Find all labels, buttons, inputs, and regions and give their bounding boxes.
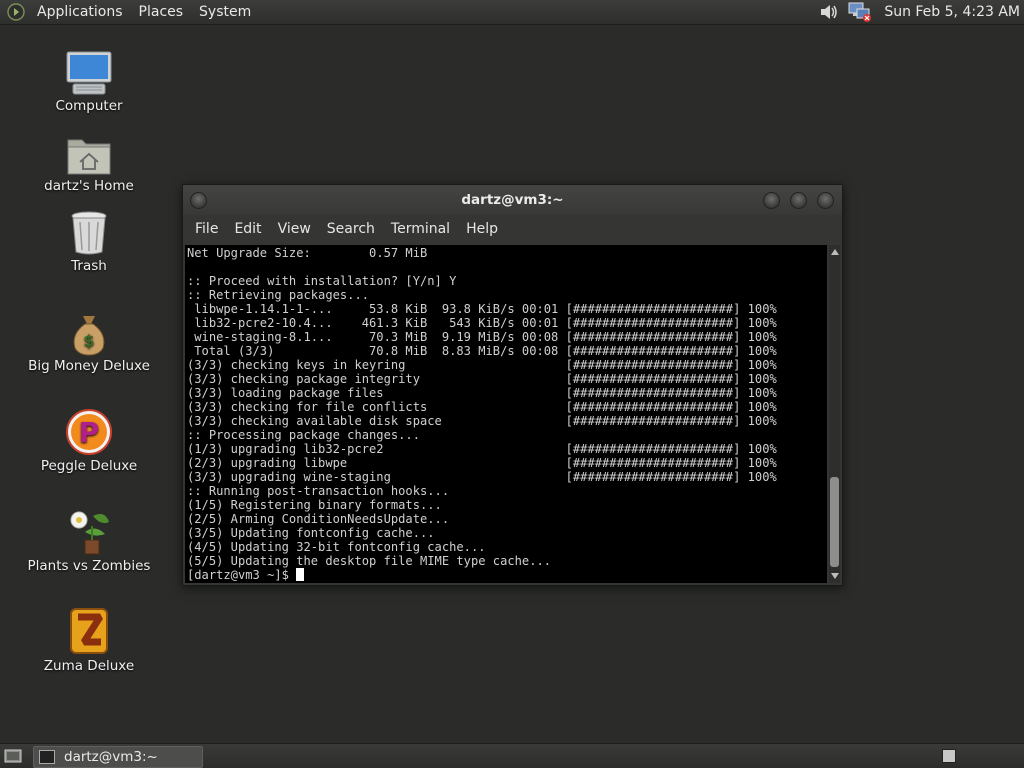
- places-menu[interactable]: Places: [131, 0, 192, 24]
- maximize-icon[interactable]: [790, 192, 807, 209]
- top-panel: Applications Places System Sun Feb 5, 4:…: [0, 0, 1024, 25]
- desktop-icon-big-money[interactable]: $ Big Money Deluxe: [19, 304, 159, 374]
- peggle-icon: P: [66, 409, 112, 455]
- network-icon[interactable]: [848, 1, 872, 23]
- minimize-icon[interactable]: [763, 192, 780, 209]
- desktop-icon-label: Computer: [55, 98, 123, 114]
- desktop-icon-label: Zuma Deluxe: [43, 658, 135, 674]
- menu-terminal[interactable]: Terminal: [383, 221, 458, 237]
- taskbar-terminal-button[interactable]: dartz@vm3:~: [33, 746, 203, 768]
- show-desktop-icon[interactable]: [4, 747, 22, 764]
- desktop-icon-label: dartz's Home: [44, 178, 134, 194]
- applications-menu[interactable]: Applications: [29, 0, 131, 24]
- zuma-icon: [70, 608, 108, 654]
- desktop-icon-home[interactable]: dartz's Home: [19, 124, 159, 194]
- trash-icon: [71, 211, 107, 255]
- system-tray: Sun Feb 5, 4:23 AM: [818, 0, 1020, 24]
- terminal-output[interactable]: Net Upgrade Size: 0.57 MiB :: Proceed wi…: [185, 245, 827, 583]
- desktop-icon-label: Trash: [71, 258, 107, 274]
- desktop-icon-computer[interactable]: Computer: [19, 44, 159, 114]
- desktop-icon-plants-vs-zombies[interactable]: Plants vs Zombies: [19, 504, 159, 574]
- bottom-panel: dartz@vm3:~: [0, 743, 1024, 768]
- svg-text:P: P: [79, 416, 100, 449]
- terminal-window: dartz@vm3:~ File Edit View Search Termin…: [182, 184, 843, 586]
- taskbar-label: dartz@vm3:~: [64, 749, 158, 765]
- terminal-icon: [39, 750, 55, 764]
- menu-help[interactable]: Help: [458, 221, 506, 237]
- system-menu[interactable]: System: [191, 0, 259, 24]
- svg-text:$: $: [83, 331, 94, 350]
- computer-icon: [66, 51, 112, 95]
- menu-file[interactable]: File: [187, 221, 226, 237]
- desktop-icon-label: Plants vs Zombies: [27, 558, 151, 574]
- desktop-icon-zuma[interactable]: Zuma Deluxe: [19, 604, 159, 674]
- terminal-menubar: File Edit View Search Terminal Help: [183, 215, 842, 243]
- volume-icon[interactable]: [818, 2, 840, 22]
- desktop-icon-peggle[interactable]: P Peggle Deluxe: [19, 404, 159, 474]
- home-folder-icon: [67, 139, 111, 175]
- plants-icon: [70, 511, 109, 555]
- workspace-switcher[interactable]: [942, 749, 956, 763]
- close-icon[interactable]: [817, 192, 834, 209]
- terminal-scrollbar[interactable]: [829, 245, 840, 583]
- menu-search[interactable]: Search: [319, 221, 383, 237]
- menu-edit[interactable]: Edit: [226, 221, 269, 237]
- desktop-icon-trash[interactable]: Trash: [19, 204, 159, 274]
- money-bag-icon: $: [73, 316, 105, 356]
- window-menu-icon[interactable]: [190, 192, 207, 209]
- clock[interactable]: Sun Feb 5, 4:23 AM: [880, 4, 1020, 20]
- scrollbar-thumb[interactable]: [830, 477, 839, 567]
- gnome-foot-icon[interactable]: [7, 3, 25, 21]
- top-menu: Applications Places System: [29, 0, 259, 24]
- text-cursor: [296, 568, 305, 581]
- scroll-down-arrow[interactable]: [831, 573, 839, 579]
- scroll-up-arrow[interactable]: [831, 249, 839, 255]
- desktop-icon-label: Big Money Deluxe: [28, 358, 150, 374]
- window-titlebar[interactable]: dartz@vm3:~: [183, 185, 842, 215]
- shell-prompt: [dartz@vm3 ~]$: [187, 568, 297, 582]
- window-title: dartz@vm3:~: [461, 192, 564, 208]
- desktop-icon-label: Peggle Deluxe: [40, 458, 138, 474]
- menu-view[interactable]: View: [270, 221, 319, 237]
- terminal-text: Net Upgrade Size: 0.57 MiB :: Proceed wi…: [187, 246, 777, 582]
